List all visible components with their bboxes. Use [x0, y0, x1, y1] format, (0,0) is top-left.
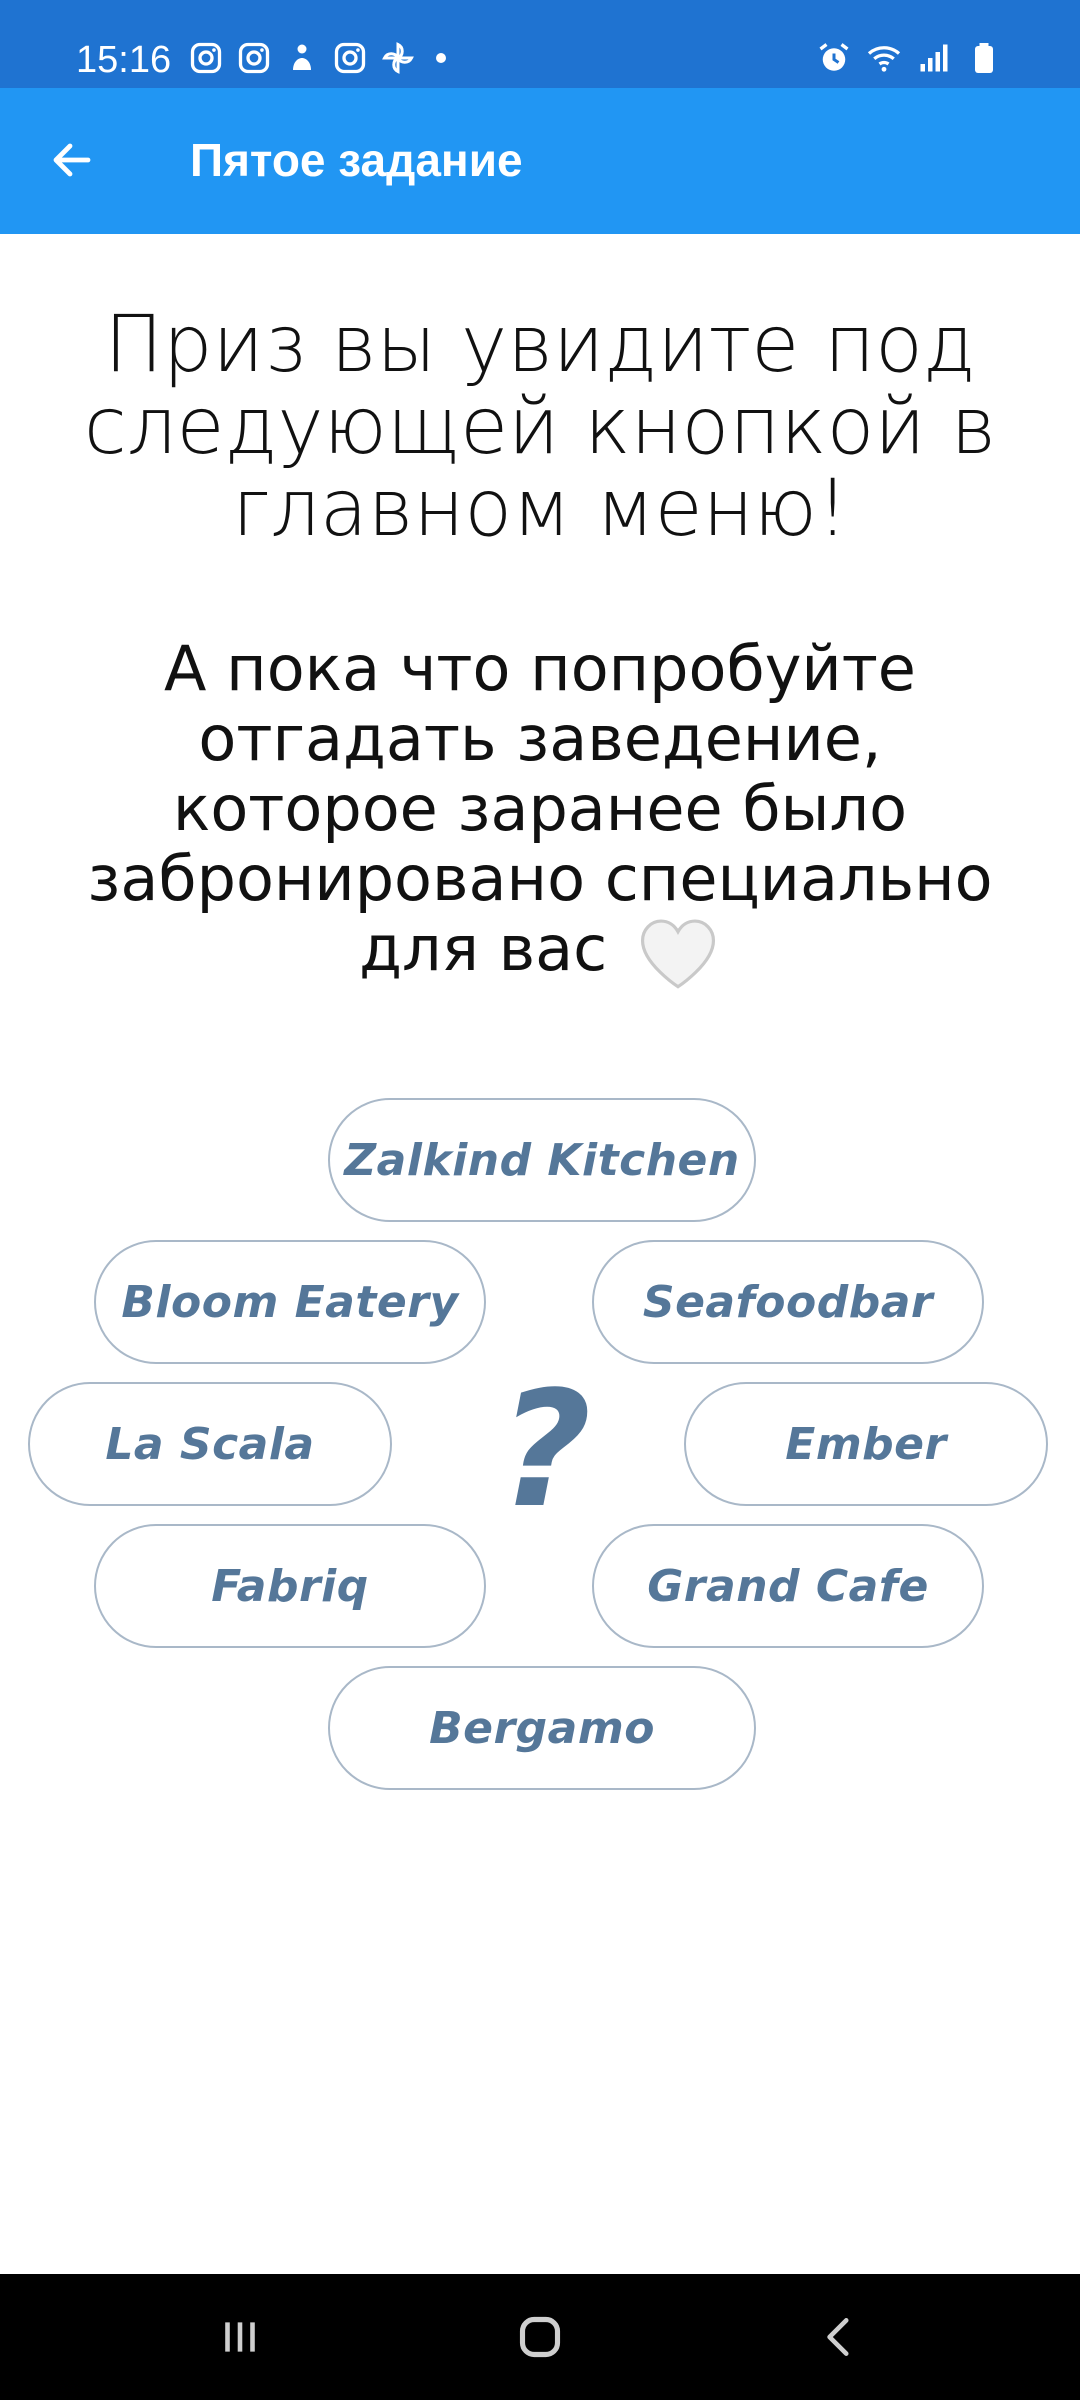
instagram-icon — [190, 42, 222, 74]
page-title: Пятое задание — [190, 134, 523, 186]
white-heart-icon — [640, 919, 715, 989]
nav-back-button[interactable] — [800, 2304, 880, 2370]
home-button[interactable] — [500, 2304, 580, 2370]
notification-icons — [188, 40, 446, 76]
system-icons — [816, 40, 1002, 76]
option-la-scala[interactable]: La Scala — [28, 1382, 392, 1506]
subtext: А пока что попробуйте отгадать заведение… — [87, 632, 993, 986]
recent-apps-icon — [225, 2322, 255, 2352]
status-bar: 15:16 — [0, 0, 1080, 88]
instagram-icon — [334, 42, 366, 74]
option-ember[interactable]: Ember — [684, 1382, 1048, 1506]
app-icon — [293, 44, 311, 70]
subtext-block: А пока что попробуйте отгадать заведение… — [80, 632, 1000, 992]
wifi-icon — [867, 46, 901, 72]
arrow-left-icon — [53, 143, 91, 177]
pinwheel-icon — [382, 42, 414, 74]
back-button[interactable] — [40, 128, 104, 192]
more-notifications-dot — [436, 53, 446, 63]
heading-text: Приз вы увидите под следующей кнопкой в … — [83, 300, 997, 554]
system-nav-bar — [0, 2274, 1080, 2400]
option-grand-cafe[interactable]: Grand Cafe — [592, 1524, 984, 1648]
option-bergamo[interactable]: Bergamo — [328, 1666, 756, 1790]
alarm-icon — [819, 43, 849, 71]
signal-icon — [920, 44, 948, 72]
home-icon — [519, 2316, 561, 2358]
option-seafoodbar[interactable]: Seafoodbar — [592, 1240, 984, 1364]
option-fabriq[interactable]: Fabriq — [94, 1524, 486, 1648]
option-zalkind-kitchen[interactable]: Zalkind Kitchen — [328, 1098, 756, 1222]
back-icon — [827, 2318, 849, 2356]
battery-icon — [975, 43, 993, 73]
option-bloom-eatery[interactable]: Bloom Eatery — [94, 1240, 486, 1364]
recent-apps-button[interactable] — [200, 2304, 280, 2370]
app-bar: Пятое задание — [0, 88, 1080, 234]
status-time: 15:16 — [76, 39, 172, 81]
instagram-icon — [238, 42, 270, 74]
question-mark: ? — [498, 1356, 592, 1543]
